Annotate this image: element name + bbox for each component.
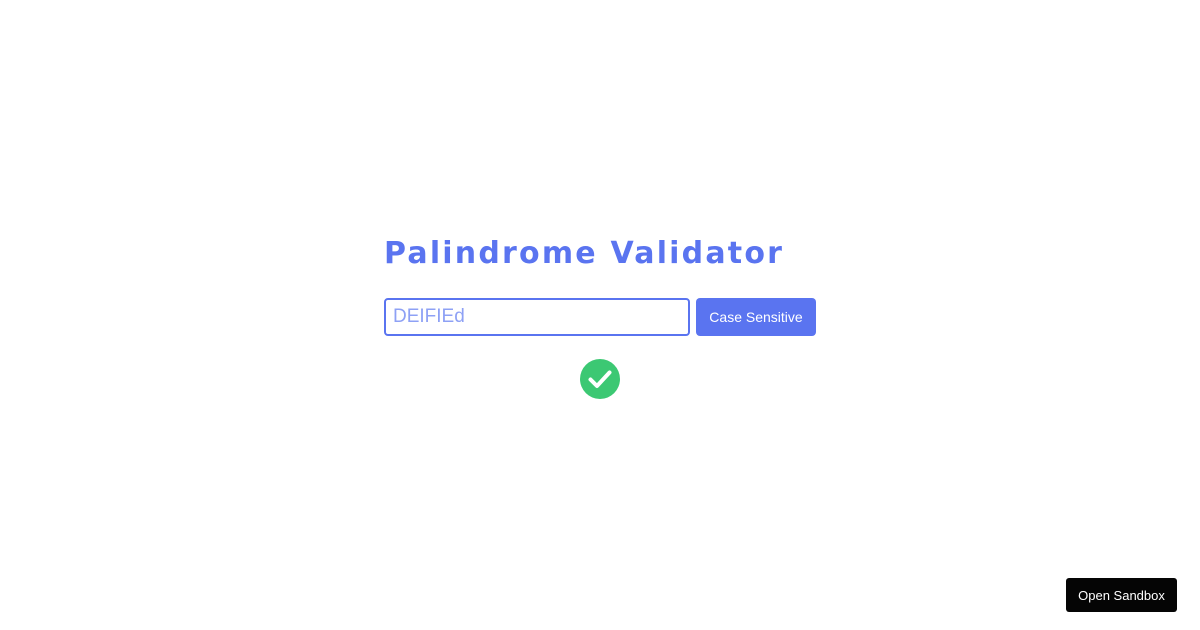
validator-card: Palindrome Validator Case Sensitive <box>384 228 816 399</box>
case-sensitive-button[interactable]: Case Sensitive <box>696 298 816 336</box>
page-title: Palindrome Validator <box>384 236 785 271</box>
result-indicator <box>580 359 620 399</box>
app-root: Palindrome Validator Case Sensitive Open… <box>0 0 1200 630</box>
check-circle-icon <box>580 359 620 399</box>
open-sandbox-button[interactable]: Open Sandbox <box>1066 578 1177 612</box>
input-row: Case Sensitive <box>384 298 816 336</box>
palindrome-input[interactable] <box>384 298 690 336</box>
